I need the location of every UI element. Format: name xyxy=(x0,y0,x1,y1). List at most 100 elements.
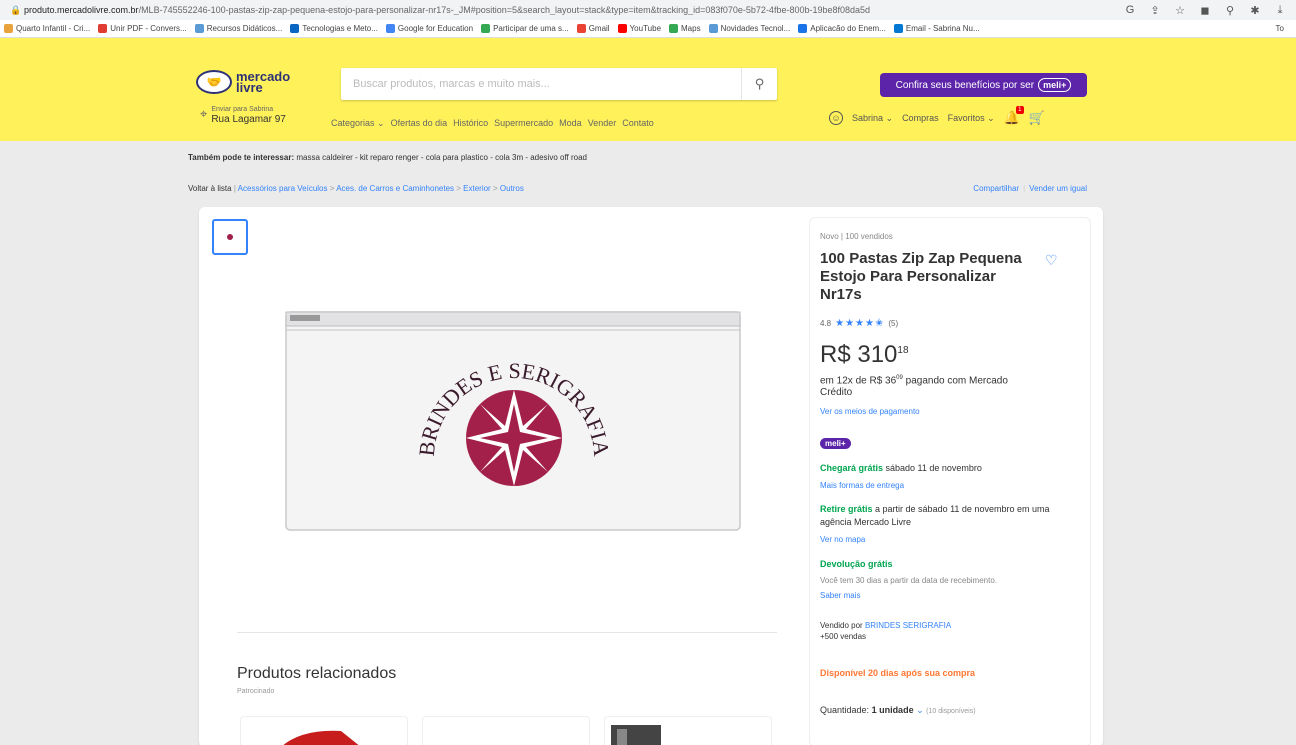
bookmarks-bar: Quarto Infantil - Cri... Unir PDF - Conve… xyxy=(0,20,1296,38)
nav-item[interactable]: Categorias ⌄ xyxy=(331,118,385,129)
back-to-list-link[interactable]: Voltar à lista xyxy=(188,184,232,193)
bookmark-favicon-icon xyxy=(98,24,108,33)
availability: Disponível 20 dias após sua compra xyxy=(820,668,976,678)
free-return-text: Você tem 30 dias a partir da data de rec… xyxy=(820,576,997,585)
product-thumbnail[interactable] xyxy=(212,219,248,255)
download-icon[interactable]: ⤓ xyxy=(1274,4,1286,17)
thumbnail-image xyxy=(227,234,233,240)
purchases-link[interactable]: Compras xyxy=(902,113,939,123)
bookmark-item[interactable]: Recursos Didáticos... xyxy=(194,24,282,33)
share-links: Compartilhar | Vender um igual xyxy=(973,184,1087,193)
lock-icon: 🔒 xyxy=(10,4,22,15)
meli-plus-badge: meli+ xyxy=(820,438,851,449)
related-searches: Também pode te interessar: massa caldeir… xyxy=(188,153,587,162)
related-search-links[interactable]: massa caldeirer - kit reparo renger - co… xyxy=(296,153,587,162)
related-product-image xyxy=(283,730,359,745)
condition-sold: Novo | 100 vendidos xyxy=(820,232,893,241)
bookmark-item[interactable]: YouTube xyxy=(617,24,661,33)
delivery-address[interactable]: ⌖ Enviar para Sabrina Rua Lagamar 97 xyxy=(200,106,286,125)
payment-methods-link[interactable]: Ver os meios de pagamento xyxy=(820,407,920,416)
location-pin-icon: ⌖ xyxy=(200,106,208,121)
meli-benefits-banner[interactable]: Confira seus benefícios por ser meli+ xyxy=(880,73,1087,97)
installments: em 12x de R$ 3609 pagando com Mercado Cr… xyxy=(820,375,1008,399)
product-image[interactable]: BRINDES E SERIGRAFIA xyxy=(284,308,742,534)
bookmark-favicon-icon xyxy=(669,24,679,33)
filter-icon[interactable]: ⚲ xyxy=(1224,4,1236,17)
more-delivery-link[interactable]: Mais formas de entrega xyxy=(820,481,904,490)
learn-more-link[interactable]: Saber mais xyxy=(820,591,860,600)
breadcrumb-item[interactable]: Outros xyxy=(500,184,524,193)
nav-item[interactable]: Vender xyxy=(588,118,617,129)
breadcrumb-item[interactable]: Exterior xyxy=(463,184,491,193)
bookmark-favicon-icon xyxy=(708,24,718,33)
bookmark-favicon-icon xyxy=(893,24,903,33)
product-title: 100 Pastas Zip Zap Pequena Estojo Para P… xyxy=(820,250,1022,303)
puzzle-icon[interactable]: ✱ xyxy=(1249,4,1261,17)
section-divider xyxy=(237,632,777,633)
free-return-title: Devolução grátis xyxy=(820,559,893,569)
chevron-down-icon: ⌄ xyxy=(916,705,924,715)
bookmark-item[interactable]: Email - Sabrina Nu... xyxy=(893,24,980,33)
nav-item[interactable]: Moda xyxy=(559,118,582,129)
share-icon[interactable]: ⇪ xyxy=(1149,4,1161,17)
nav-item[interactable]: Ofertas do dia xyxy=(391,118,448,129)
related-product-card[interactable] xyxy=(422,716,590,745)
search-input[interactable] xyxy=(341,68,741,100)
favorites-menu[interactable]: Favoritos ⌄ xyxy=(948,113,995,124)
bookmark-favicon-icon xyxy=(617,24,627,33)
seller-info: Vendido por BRINDES SERIGRAFIA +500 venda… xyxy=(820,621,952,641)
meli-plus-pill: meli+ xyxy=(1038,78,1072,92)
nav-item[interactable]: Histórico xyxy=(453,118,488,129)
bookmark-item[interactable]: Quarto Infantil - Cri... xyxy=(4,24,90,33)
user-avatar-icon[interactable]: ☺ xyxy=(829,111,843,125)
browser-toolbar: G ⇪ ☆ ◼ ⚲ ✱ ⤓ xyxy=(1124,4,1286,17)
rating[interactable]: 4.8 ★★★★✬ (5) xyxy=(820,318,898,329)
url-text[interactable]: produto.mercadolivre.com.br/MLB-74555224… xyxy=(24,5,1114,15)
quantity-selector[interactable]: Quantidade: 1 unidade ⌄ (10 disponíveis) xyxy=(820,705,976,716)
handshake-icon: 🤝 xyxy=(196,70,232,94)
sell-same-link[interactable]: Vender um igual xyxy=(1029,184,1087,193)
shipping-info: Chegará grátis sábado 11 de novembro xyxy=(820,463,982,473)
nav-item[interactable]: Supermercado xyxy=(494,118,553,129)
google-icon[interactable]: G xyxy=(1124,4,1136,17)
bookmark-favicon-icon xyxy=(290,24,300,33)
stars-icon: ★★★★✬ xyxy=(835,318,885,329)
bookmark-folder[interactable]: To xyxy=(1276,24,1284,33)
share-link[interactable]: Compartilhar xyxy=(973,184,1019,193)
bookmark-favicon-icon xyxy=(385,24,395,33)
heart-icon[interactable]: ♡ xyxy=(1045,252,1058,269)
star-icon[interactable]: ☆ xyxy=(1174,4,1186,17)
search-box: ⚲ xyxy=(341,68,777,100)
breadcrumb-item[interactable]: Aces. de Carros e Caminhonetes xyxy=(336,184,454,193)
related-product-card[interactable] xyxy=(240,716,408,745)
notification-badge: 1 xyxy=(1015,106,1024,114)
breadcrumb: Voltar à lista | Acessórios para Veículo… xyxy=(188,184,524,193)
search-icon[interactable]: ⚲ xyxy=(741,68,777,100)
bookmark-item[interactable]: Gmail xyxy=(576,24,610,33)
bookmark-item[interactable]: Participar de uma s... xyxy=(481,24,569,33)
mercadolivre-logo[interactable]: 🤝 mercado livre xyxy=(196,70,290,94)
breadcrumb-item[interactable]: Acessórios para Veículos xyxy=(238,184,328,193)
map-link[interactable]: Ver no mapa xyxy=(820,535,865,544)
bookmark-favicon-icon xyxy=(194,24,204,33)
nav-item[interactable]: Contato xyxy=(622,118,654,129)
seller-link[interactable]: BRINDES SERIGRAFIA xyxy=(865,621,951,630)
bell-icon[interactable]: 🔔 1 xyxy=(1004,106,1024,126)
bookmark-item[interactable]: Tecnologias e Meto... xyxy=(290,24,378,33)
pickup-info: Retire grátis a partir de sábado 11 de n… xyxy=(820,504,1050,527)
user-menu[interactable]: Sabrina ⌄ xyxy=(852,113,893,124)
cart-icon[interactable]: 🛒 xyxy=(1029,110,1045,126)
related-product-image xyxy=(611,725,661,745)
bookmark-item[interactable]: Google for Education xyxy=(385,24,473,33)
related-products-title: Produtos relacionados xyxy=(237,665,397,682)
price: R$ 31018 xyxy=(820,341,909,368)
bookmark-item[interactable]: Maps xyxy=(669,24,701,33)
bookmark-favicon-icon xyxy=(4,24,13,33)
extension-icon[interactable]: ◼ xyxy=(1199,4,1211,17)
bookmark-favicon-icon xyxy=(481,24,491,33)
bookmark-item[interactable]: Novidades Tecnol... xyxy=(708,24,790,33)
bookmark-item[interactable]: Aplicacão do Enem... xyxy=(798,24,886,33)
related-product-card[interactable] xyxy=(604,716,772,745)
bookmark-item[interactable]: Unir PDF - Convers... xyxy=(98,24,187,33)
browser-url-bar[interactable]: 🔒 produto.mercadolivre.com.br/MLB-745552… xyxy=(0,0,1296,20)
